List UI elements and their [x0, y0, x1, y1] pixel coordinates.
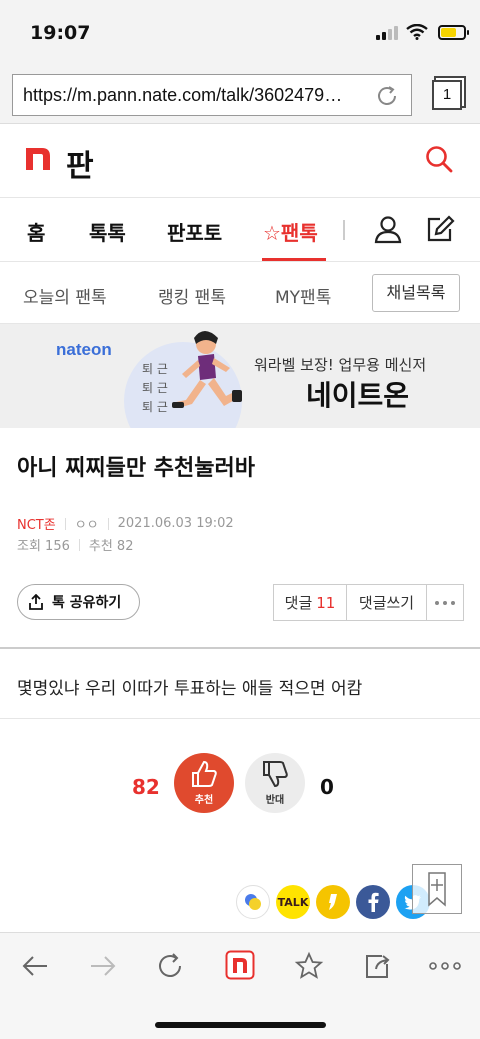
- more-dots-icon[interactable]: [428, 951, 462, 981]
- site-header: 판: [0, 124, 480, 198]
- recommend-label: 추천: [194, 795, 214, 806]
- comments-button[interactable]: 댓글 11: [274, 585, 347, 620]
- oppose-count: 0: [320, 775, 334, 799]
- write-comment-button[interactable]: 댓글쓰기: [347, 585, 427, 620]
- banner-brand: nateon: [56, 340, 112, 359]
- address-field[interactable]: https://m.pann.nate.com/talk/3602479…: [12, 74, 412, 116]
- wifi-icon: [406, 24, 428, 40]
- thumbs-up-icon: [192, 760, 217, 787]
- article-category[interactable]: NCT존: [17, 514, 56, 533]
- main-nav: 홈 톡톡 판포토 ☆팬톡: [0, 198, 480, 262]
- kakaostory-share-icon[interactable]: [316, 885, 350, 919]
- channel-list-button[interactable]: 채널목록: [372, 274, 460, 312]
- banner-subtitle: 워라벨 보장! 업무용 메신저: [254, 356, 427, 374]
- site-logo-text[interactable]: 판: [66, 141, 94, 185]
- status-time: 19:07: [30, 22, 91, 44]
- signal-icon: [376, 26, 398, 40]
- article-title: 아니 찌찌들만 추천눌러바: [17, 456, 255, 481]
- subnav-my[interactable]: MY팬톡: [275, 283, 331, 308]
- article-meta: NCT존 ㅇㅇ 2021.06.03 19:02: [17, 514, 234, 533]
- more-button[interactable]: [427, 585, 463, 620]
- article-stats: 조회 156 추천 82: [17, 535, 133, 554]
- nav-divider: [343, 220, 345, 240]
- recommend-button[interactable]: 추천: [174, 753, 234, 813]
- facebook-share-icon[interactable]: [356, 885, 390, 919]
- home-indicator[interactable]: [155, 1022, 326, 1028]
- subnav-today[interactable]: 오늘의 팬톡: [23, 283, 107, 308]
- nate-logo-icon[interactable]: [24, 144, 52, 172]
- oppose-label: 반대: [265, 795, 285, 806]
- subnav-ranking[interactable]: 랭킹 팬톡: [158, 283, 226, 308]
- nav-item-home[interactable]: 홈: [27, 217, 45, 246]
- nate-home-icon[interactable]: [225, 950, 255, 980]
- battery-icon: [438, 25, 469, 40]
- more-icon: [435, 600, 455, 605]
- back-arrow-icon[interactable]: [20, 951, 50, 981]
- share-label: 톡 공유하기: [52, 595, 122, 611]
- nav-item-fantalk[interactable]: ☆팬톡: [263, 217, 318, 246]
- favorite-star-icon[interactable]: [294, 951, 324, 981]
- oppose-button[interactable]: 반대: [245, 753, 305, 813]
- browser-url-bar: https://m.pann.nate.com/talk/3602479… 1: [0, 66, 480, 124]
- divider: [0, 647, 480, 649]
- banner-side-text: 퇴 근 퇴 근 퇴 근: [142, 362, 168, 414]
- article-views: 조회 156: [17, 539, 70, 554]
- banner-title: 네이트온: [306, 379, 410, 412]
- reload-icon[interactable]: [375, 84, 399, 108]
- sub-nav: 오늘의 팬톡 랭킹 팬톡 MY팬톡 채널목록: [0, 262, 480, 324]
- nav-item-toktok[interactable]: 톡톡: [89, 217, 126, 246]
- nateon-share-icon[interactable]: [236, 885, 270, 919]
- status-bar: 19:07: [0, 0, 480, 66]
- tabs-button[interactable]: 1: [432, 80, 462, 110]
- share-icon: [29, 594, 43, 610]
- url-text[interactable]: https://m.pann.nate.com/talk/3602479…: [23, 85, 363, 106]
- divider: [0, 718, 480, 719]
- thumbs-down-icon: [263, 761, 288, 788]
- article-recommends: 추천 82: [88, 539, 134, 554]
- refresh-icon[interactable]: [155, 951, 185, 981]
- bookmark-plus-icon: [428, 872, 446, 907]
- comment-count: 11: [316, 593, 336, 612]
- comment-button-group: 댓글 11 댓글쓰기: [273, 584, 464, 621]
- search-icon[interactable]: [424, 144, 454, 174]
- add-bookmark-button[interactable]: [412, 864, 462, 914]
- article-date: 2021.06.03 19:02: [117, 516, 234, 531]
- forward-arrow-icon[interactable]: [88, 951, 118, 981]
- nav-item-panphoto[interactable]: 판포토: [167, 217, 222, 246]
- article-author: ㅇㅇ: [74, 518, 99, 533]
- active-tab-indicator: [262, 258, 326, 261]
- share-out-icon[interactable]: [362, 951, 392, 981]
- social-share-bar: TALK: [236, 885, 430, 919]
- talk-share-button[interactable]: 톡 공유하기: [17, 584, 140, 620]
- running-man-illustration: [172, 331, 242, 408]
- user-icon[interactable]: [373, 214, 403, 244]
- kakaotalk-share-icon[interactable]: TALK: [276, 885, 310, 919]
- ad-banner[interactable]: nateon 퇴 근 퇴 근 퇴 근 워라벨 보장! 업무용 메신저 네이트온: [0, 324, 480, 428]
- write-icon[interactable]: [424, 213, 456, 245]
- article-body: 몇명있냐 우리 이따가 투표하는 애들 적으면 어캄: [17, 679, 363, 699]
- recommend-count: 82: [132, 775, 160, 799]
